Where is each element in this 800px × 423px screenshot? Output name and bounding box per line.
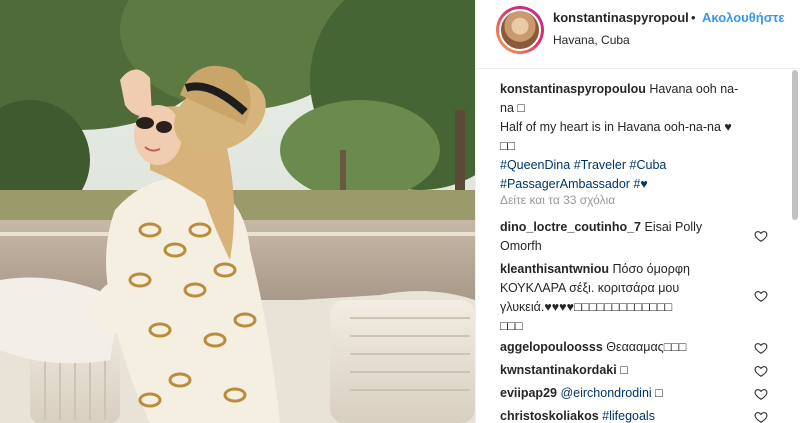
comment-text-continued: Omorfh — [500, 239, 542, 253]
follow-button[interactable]: Ακολουθήστε — [702, 10, 785, 25]
hashtag-traveler[interactable]: #Traveler — [574, 158, 626, 172]
separator-dot: • — [691, 10, 696, 25]
caption-text-2: na □ — [500, 101, 525, 115]
comment-item: aggelopouloosss Θεαααμας□□□ — [500, 338, 752, 357]
comment-text: Eisai Polly — [644, 220, 703, 234]
post-caption: konstantinaspyropoulou Havana ooh na- na… — [500, 80, 770, 194]
photo-illustration — [0, 0, 475, 423]
comment-text: Θεαααμας□□□ — [606, 340, 687, 354]
post-details-panel: konstantinaspyropoul • Ακολουθήστε Havan… — [475, 0, 800, 423]
comments-scrollbar[interactable] — [789, 70, 800, 423]
comment-username[interactable]: kwnstantinakordaki — [500, 363, 617, 377]
post-author-username[interactable]: konstantinaspyropoul — [553, 10, 689, 25]
avatar-story-ring[interactable] — [496, 6, 544, 54]
post-location-link[interactable]: Havana, Cuba — [553, 33, 630, 47]
comment-item: kwnstantinakordaki □ — [500, 361, 752, 380]
comment-text: Πόσο όμορφη — [612, 262, 690, 276]
caption-text-3: Half of my heart is in Havana ooh-na-na … — [500, 120, 732, 134]
comment-text-continued: γλυκειά.♥♥♥♥□□□□□□□□□□□□□ — [500, 300, 673, 314]
comment-item: christoskoliakos #lifegoals — [500, 407, 752, 423]
comment-username[interactable]: eviipap29 — [500, 386, 557, 400]
comment-hashtag[interactable]: #lifegoals — [602, 409, 655, 423]
caption-line-1: konstantinaspyropoulou Havana ooh na- — [500, 80, 770, 99]
like-comment-button[interactable] — [754, 387, 768, 401]
like-comment-button[interactable] — [754, 410, 768, 423]
heart-outline-icon — [754, 291, 768, 302]
comment-username[interactable]: aggelopouloosss — [500, 340, 603, 354]
caption-hashtags-line-2: #PassagerAmbassador #♥ — [500, 175, 770, 194]
scrollbar-thumb[interactable] — [792, 70, 798, 220]
comment-text-continued: ΚΟΥΚΛΑΡΑ σέξι. κοριτσάρα μου — [500, 281, 680, 295]
like-comment-button[interactable] — [754, 341, 768, 355]
like-comment-button[interactable] — [754, 364, 768, 378]
comments-section: konstantinaspyropoulou Havana ooh na- na… — [476, 70, 800, 423]
heart-outline-icon — [754, 366, 768, 377]
comment-item: dino_loctre_coutinho_7 Eisai Polly Omorf… — [500, 218, 752, 256]
comment-username[interactable]: kleanthisantwniou — [500, 262, 609, 276]
hashtag-heart[interactable]: #♥ — [633, 177, 647, 191]
comment-mention[interactable]: @eirchondrodini — [560, 386, 651, 400]
comment-username[interactable]: christoskoliakos — [500, 409, 599, 423]
hashtag-queendina[interactable]: #QueenDina — [500, 158, 570, 172]
heart-outline-icon — [754, 412, 768, 423]
comment-text: □ — [655, 386, 663, 400]
like-comment-button[interactable] — [754, 289, 768, 303]
hashtag-passagerambassador[interactable]: #PassagerAmbassador — [500, 177, 630, 191]
comment-text: □ — [620, 363, 628, 377]
avatar[interactable] — [499, 9, 541, 51]
caption-hashtags-line-1: #QueenDina #Traveler #Cuba — [500, 156, 770, 175]
comment-item: kleanthisantwniou Πόσο όμορφη ΚΟΥΚΛΑΡΑ σ… — [500, 260, 752, 336]
comment-username[interactable]: dino_loctre_coutinho_7 — [500, 220, 641, 234]
caption-text-1: Havana ooh na- — [649, 82, 739, 96]
caption-text-4: □□ — [500, 139, 516, 153]
heart-outline-icon — [754, 343, 768, 354]
like-comment-button[interactable] — [754, 229, 768, 243]
heart-outline-icon — [754, 231, 768, 242]
comment-item: eviipap29 @eirchondrodini □ — [500, 384, 752, 403]
heart-outline-icon — [754, 389, 768, 400]
view-more-comments-button[interactable]: Δείτε και τα 33 σχόλια — [500, 193, 615, 207]
post-header: konstantinaspyropoul • Ακολουθήστε Havan… — [476, 0, 800, 69]
caption-username[interactable]: konstantinaspyropoulou — [500, 82, 646, 96]
hashtag-cuba[interactable]: #Cuba — [630, 158, 667, 172]
post-photo[interactable] — [0, 0, 475, 423]
comment-text-continued: □□□ — [500, 319, 523, 333]
